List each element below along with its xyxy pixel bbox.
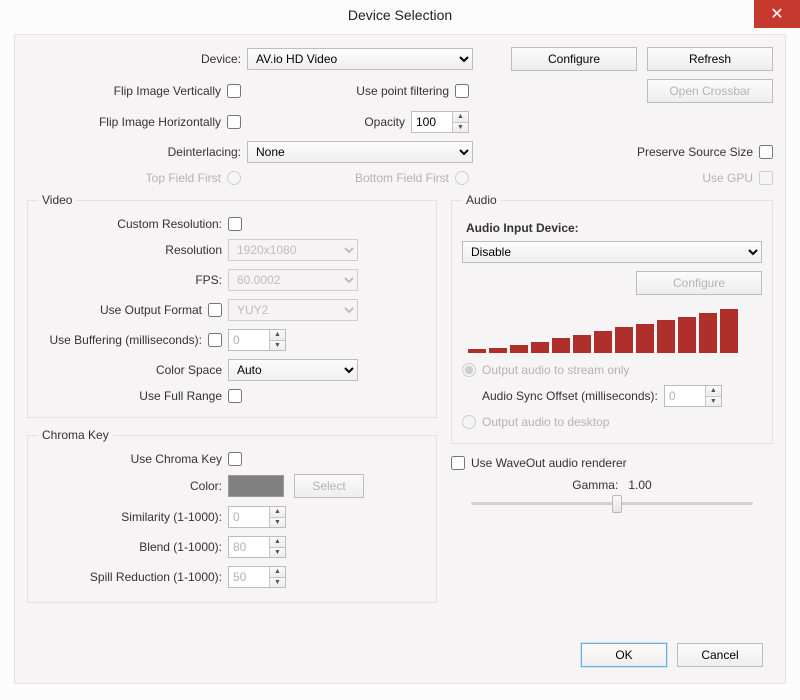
chevron-down-icon[interactable]: ▼ bbox=[270, 341, 285, 351]
chevron-up-icon[interactable]: ▲ bbox=[453, 112, 468, 123]
dialog-footer: OK Cancel bbox=[581, 643, 763, 667]
resolution-select[interactable]: 1920x1080 bbox=[228, 239, 358, 261]
output-desktop-label: Output audio to desktop bbox=[482, 415, 609, 429]
custom-resolution-label: Custom Resolution: bbox=[117, 217, 222, 231]
use-full-range-label: Use Full Range bbox=[139, 389, 222, 403]
similarity-input[interactable] bbox=[229, 507, 269, 527]
use-buffering-checkbox[interactable] bbox=[208, 333, 222, 347]
flip-vertical-checkbox[interactable] bbox=[227, 84, 241, 98]
blend-spinner[interactable]: ▲▼ bbox=[228, 536, 286, 558]
ok-button[interactable]: OK bbox=[581, 643, 667, 667]
chevron-down-icon[interactable]: ▼ bbox=[270, 518, 285, 528]
blend-input[interactable] bbox=[229, 537, 269, 557]
top-field-first-radio bbox=[227, 171, 241, 185]
preserve-source-checkbox[interactable] bbox=[759, 145, 773, 159]
chroma-select-button[interactable]: Select bbox=[294, 474, 364, 498]
chroma-color-label: Color: bbox=[38, 479, 228, 493]
sync-offset-input[interactable] bbox=[665, 386, 705, 406]
output-stream-radio bbox=[462, 363, 476, 377]
use-chroma-label: Use Chroma Key bbox=[131, 452, 222, 466]
audio-fieldset: Audio Audio Input Device: Disable Config… bbox=[451, 193, 773, 444]
audio-legend: Audio bbox=[462, 193, 501, 207]
chevron-up-icon[interactable]: ▲ bbox=[270, 330, 285, 341]
chevron-down-icon[interactable]: ▼ bbox=[453, 123, 468, 133]
use-output-format-checkbox[interactable] bbox=[208, 303, 222, 317]
custom-resolution-checkbox[interactable] bbox=[228, 217, 242, 231]
spill-label: Spill Reduction (1-1000): bbox=[38, 570, 228, 584]
deinterlacing-label: Deinterlacing: bbox=[27, 145, 247, 159]
use-buffering-label: Use Buffering (milliseconds): bbox=[49, 333, 202, 347]
spill-spinner[interactable]: ▲▼ bbox=[228, 566, 286, 588]
opacity-spinner[interactable]: ▲▼ bbox=[411, 111, 469, 133]
gamma-value: 1.00 bbox=[628, 478, 651, 492]
cancel-button[interactable]: Cancel bbox=[677, 643, 763, 667]
sync-offset-spinner[interactable]: ▲▼ bbox=[664, 385, 722, 407]
window-title: Device Selection bbox=[348, 7, 452, 23]
opacity-input[interactable] bbox=[412, 112, 452, 132]
dialog-body: Device: AV.io HD Video Configure Refresh… bbox=[14, 34, 786, 684]
chevron-down-icon[interactable]: ▼ bbox=[270, 578, 285, 588]
opacity-label: Opacity bbox=[364, 115, 405, 129]
audio-input-device-select[interactable]: Disable bbox=[462, 241, 762, 263]
similarity-label: Similarity (1-1000): bbox=[38, 510, 228, 524]
bottom-field-first-radio bbox=[455, 171, 469, 185]
use-output-format-label: Use Output Format bbox=[100, 303, 202, 317]
use-point-filtering-label: Use point filtering bbox=[356, 84, 449, 98]
device-select[interactable]: AV.io HD Video bbox=[247, 48, 473, 70]
color-space-label: Color Space bbox=[38, 363, 228, 377]
gamma-slider[interactable] bbox=[471, 502, 753, 505]
top-field-first-label: Top Field First bbox=[146, 171, 221, 185]
output-format-select[interactable]: YUY2 bbox=[228, 299, 358, 321]
flip-horizontal-checkbox[interactable] bbox=[227, 115, 241, 129]
buffering-spinner[interactable]: ▲▼ bbox=[228, 329, 286, 351]
use-gpu-label: Use GPU bbox=[702, 171, 753, 185]
video-fieldset: Video Custom Resolution: Resolution 1920… bbox=[27, 193, 437, 418]
chevron-up-icon[interactable]: ▲ bbox=[706, 386, 721, 397]
audio-level-meter bbox=[468, 309, 762, 353]
chevron-up-icon[interactable]: ▲ bbox=[270, 567, 285, 578]
deinterlacing-select[interactable]: None bbox=[247, 141, 473, 163]
preserve-source-label: Preserve Source Size bbox=[637, 145, 753, 159]
use-point-filtering-checkbox[interactable] bbox=[455, 84, 469, 98]
flip-vertical-label: Flip Image Vertically bbox=[114, 84, 221, 98]
buffering-input[interactable] bbox=[229, 330, 269, 350]
flip-horizontal-label: Flip Image Horizontally bbox=[99, 115, 221, 129]
top-controls: Device: AV.io HD Video Configure Refresh… bbox=[27, 47, 773, 185]
chevron-up-icon[interactable]: ▲ bbox=[270, 537, 285, 548]
open-crossbar-button[interactable]: Open Crossbar bbox=[647, 79, 773, 103]
spill-input[interactable] bbox=[229, 567, 269, 587]
chroma-color-swatch bbox=[228, 475, 284, 497]
blend-label: Blend (1-1000): bbox=[38, 540, 228, 554]
close-button[interactable]: ✕ bbox=[754, 0, 800, 28]
video-legend: Video bbox=[38, 193, 76, 207]
titlebar: Device Selection ✕ bbox=[0, 0, 800, 30]
bottom-field-first-label: Bottom Field First bbox=[355, 171, 449, 185]
refresh-button[interactable]: Refresh bbox=[647, 47, 773, 71]
use-full-range-checkbox[interactable] bbox=[228, 389, 242, 403]
use-chroma-checkbox[interactable] bbox=[228, 452, 242, 466]
configure-button[interactable]: Configure bbox=[511, 47, 637, 71]
gamma-label: Gamma: bbox=[572, 478, 618, 492]
chroma-fieldset: Chroma Key Use Chroma Key Color: Select … bbox=[27, 428, 437, 603]
chevron-up-icon[interactable]: ▲ bbox=[270, 507, 285, 518]
fps-select[interactable]: 60.0002 bbox=[228, 269, 358, 291]
use-waveout-label: Use WaveOut audio renderer bbox=[471, 456, 627, 470]
similarity-spinner[interactable]: ▲▼ bbox=[228, 506, 286, 528]
sync-offset-label: Audio Sync Offset (milliseconds): bbox=[482, 389, 658, 403]
chevron-down-icon[interactable]: ▼ bbox=[270, 548, 285, 558]
use-gpu-checkbox bbox=[759, 171, 773, 185]
audio-configure-button[interactable]: Configure bbox=[636, 271, 762, 295]
color-space-select[interactable]: Auto bbox=[228, 359, 358, 381]
chevron-down-icon[interactable]: ▼ bbox=[706, 397, 721, 407]
gamma-slider-thumb[interactable] bbox=[612, 495, 622, 513]
device-label: Device: bbox=[27, 52, 247, 66]
audio-input-device-label: Audio Input Device: bbox=[466, 221, 762, 235]
output-stream-label: Output audio to stream only bbox=[482, 363, 629, 377]
use-waveout-checkbox[interactable] bbox=[451, 456, 465, 470]
output-desktop-radio bbox=[462, 415, 476, 429]
resolution-label: Resolution bbox=[38, 243, 228, 257]
fps-label: FPS: bbox=[38, 273, 228, 287]
chroma-legend: Chroma Key bbox=[38, 428, 113, 442]
close-icon: ✕ bbox=[770, 4, 783, 24]
